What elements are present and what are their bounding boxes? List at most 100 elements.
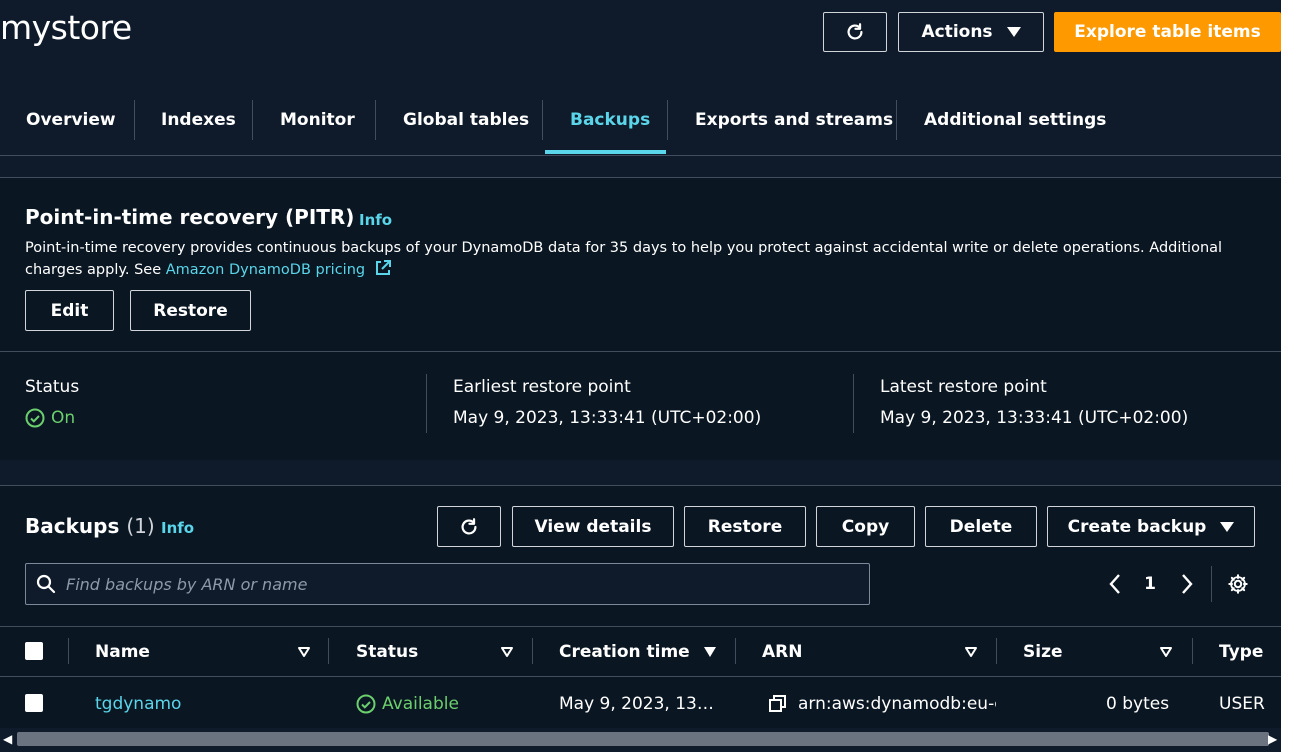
column-divider (532, 638, 533, 664)
check-circle-icon (25, 408, 45, 428)
column-header-creation-time[interactable]: Creation time (559, 632, 690, 672)
backups-info-link[interactable]: Info (161, 519, 194, 537)
backup-status: Available (356, 690, 459, 718)
delete-label: Delete (949, 516, 1013, 537)
latest-restore-value: May 9, 2023, 13:33:41 (UTC+02:00) (880, 408, 1189, 428)
explore-label: Explore table items (1074, 22, 1261, 42)
explore-table-items-button[interactable]: Explore table items (1054, 12, 1281, 52)
search-field[interactable] (25, 563, 870, 605)
chevron-right-icon (1182, 574, 1193, 594)
tab-divider (375, 100, 376, 140)
view-details-button[interactable]: View details (512, 506, 674, 547)
status-value: On (25, 408, 75, 428)
pitr-info-link[interactable]: Info (359, 211, 392, 229)
column-header-name[interactable]: Name (95, 632, 150, 672)
tab-divider (252, 100, 253, 140)
copy-icon[interactable] (768, 694, 788, 714)
earliest-restore-label: Earliest restore point (453, 377, 631, 397)
tab-overview[interactable]: Overview (26, 84, 116, 156)
caret-down-icon (1220, 521, 1235, 532)
backup-arn-text: arn:aws:dynamodb:eu-c (798, 694, 996, 714)
column-header-status[interactable]: Status (356, 632, 418, 672)
backup-type: USER (1219, 694, 1265, 714)
copy-backup-button[interactable]: Copy (816, 506, 915, 547)
column-divider (735, 638, 736, 664)
tab-backups[interactable]: Backups (570, 84, 650, 156)
column-header-type[interactable]: Type (1219, 632, 1263, 672)
page-number[interactable]: 1 (1138, 568, 1162, 600)
divider (0, 351, 1281, 352)
sort-icon[interactable] (964, 646, 978, 658)
page-title: mystore (0, 8, 132, 47)
backup-creation-time: May 9, 2023, 13… (559, 694, 714, 714)
backup-size: 0 bytes (1106, 694, 1170, 714)
scrollbar-thumb[interactable] (17, 732, 1269, 746)
next-page-button[interactable] (1172, 568, 1202, 600)
preferences-button[interactable] (1224, 568, 1252, 600)
backup-arn: arn:aws:dynamodb:eu-c (768, 690, 996, 718)
restore-backup-label: Restore (707, 516, 783, 537)
pitr-heading: Point-in-time recovery (PITR) (25, 205, 355, 229)
edit-label: Edit (50, 300, 89, 321)
tab-monitor[interactable]: Monitor (280, 84, 355, 156)
tab-divider (542, 100, 543, 140)
copy-label: Copy (841, 516, 890, 537)
refresh-icon (847, 23, 863, 40)
refresh-icon (461, 517, 477, 535)
restore-pitr-button[interactable]: Restore (130, 290, 251, 331)
tab-divider (667, 100, 668, 140)
delete-backup-button[interactable]: Delete (925, 506, 1037, 547)
scroll-right-icon[interactable]: ▶ (1268, 732, 1277, 746)
sort-icon[interactable] (297, 646, 311, 658)
caret-down-icon (1006, 27, 1021, 37)
row-checkbox[interactable] (25, 694, 43, 712)
refresh-backups-button[interactable] (437, 506, 501, 547)
horizontal-scrollbar[interactable]: ◀ ▶ (0, 728, 1281, 750)
scroll-left-icon[interactable]: ◀ (3, 732, 12, 746)
column-header-size[interactable]: Size (1023, 632, 1063, 672)
column-divider (426, 374, 427, 433)
edit-pitr-button[interactable]: Edit (25, 290, 114, 331)
refresh-button[interactable] (823, 12, 887, 52)
tab-additional-settings[interactable]: Additional settings (924, 84, 1106, 156)
check-circle-icon (356, 694, 376, 714)
column-divider (328, 638, 329, 664)
status-label: Status (25, 377, 80, 397)
status-on-text: On (51, 408, 76, 428)
view-details-label: View details (534, 516, 652, 537)
search-input[interactable] (66, 574, 846, 594)
gear-icon (1228, 574, 1248, 594)
active-tab-indicator (545, 150, 666, 154)
chevron-left-icon (1109, 574, 1120, 594)
sort-icon[interactable] (1159, 646, 1173, 658)
restore-label: Restore (153, 300, 228, 321)
backup-status-text: Available (382, 694, 459, 714)
actions-dropdown[interactable]: Actions (898, 12, 1044, 52)
page: mystore Actions Explore table items Over… (0, 0, 1300, 752)
pager-divider (1211, 566, 1212, 602)
column-header-arn[interactable]: ARN (762, 632, 802, 672)
backup-name-link[interactable]: tgdynamo (95, 690, 181, 718)
pitr-description: Point-in-time recovery provides continuo… (25, 237, 1225, 281)
sort-icon[interactable] (500, 646, 514, 658)
select-all-checkbox[interactable] (25, 642, 43, 660)
column-divider (68, 638, 69, 664)
tab-exports-and-streams[interactable]: Exports and streams (695, 84, 893, 156)
external-link-icon (375, 260, 391, 275)
tab-divider (134, 100, 135, 140)
table-header-border (0, 676, 1281, 677)
create-backup-dropdown[interactable]: Create backup (1047, 506, 1255, 547)
tab-bar: Overview Indexes Monitor Global tables B… (0, 84, 1281, 156)
pricing-link[interactable]: Amazon DynamoDB pricing (166, 262, 365, 278)
column-divider (853, 374, 854, 433)
backups-heading: Backups (1) (25, 514, 155, 538)
restore-backup-button[interactable]: Restore (684, 506, 806, 547)
latest-restore-label: Latest restore point (880, 377, 1047, 397)
sort-descending-icon[interactable] (703, 646, 717, 658)
tab-indexes[interactable]: Indexes (161, 84, 236, 156)
column-divider (996, 638, 997, 664)
previous-page-button[interactable] (1100, 568, 1130, 600)
backups-title: Backups (25, 514, 120, 538)
create-backup-label: Create backup (1067, 516, 1207, 537)
tab-global-tables[interactable]: Global tables (403, 84, 529, 156)
